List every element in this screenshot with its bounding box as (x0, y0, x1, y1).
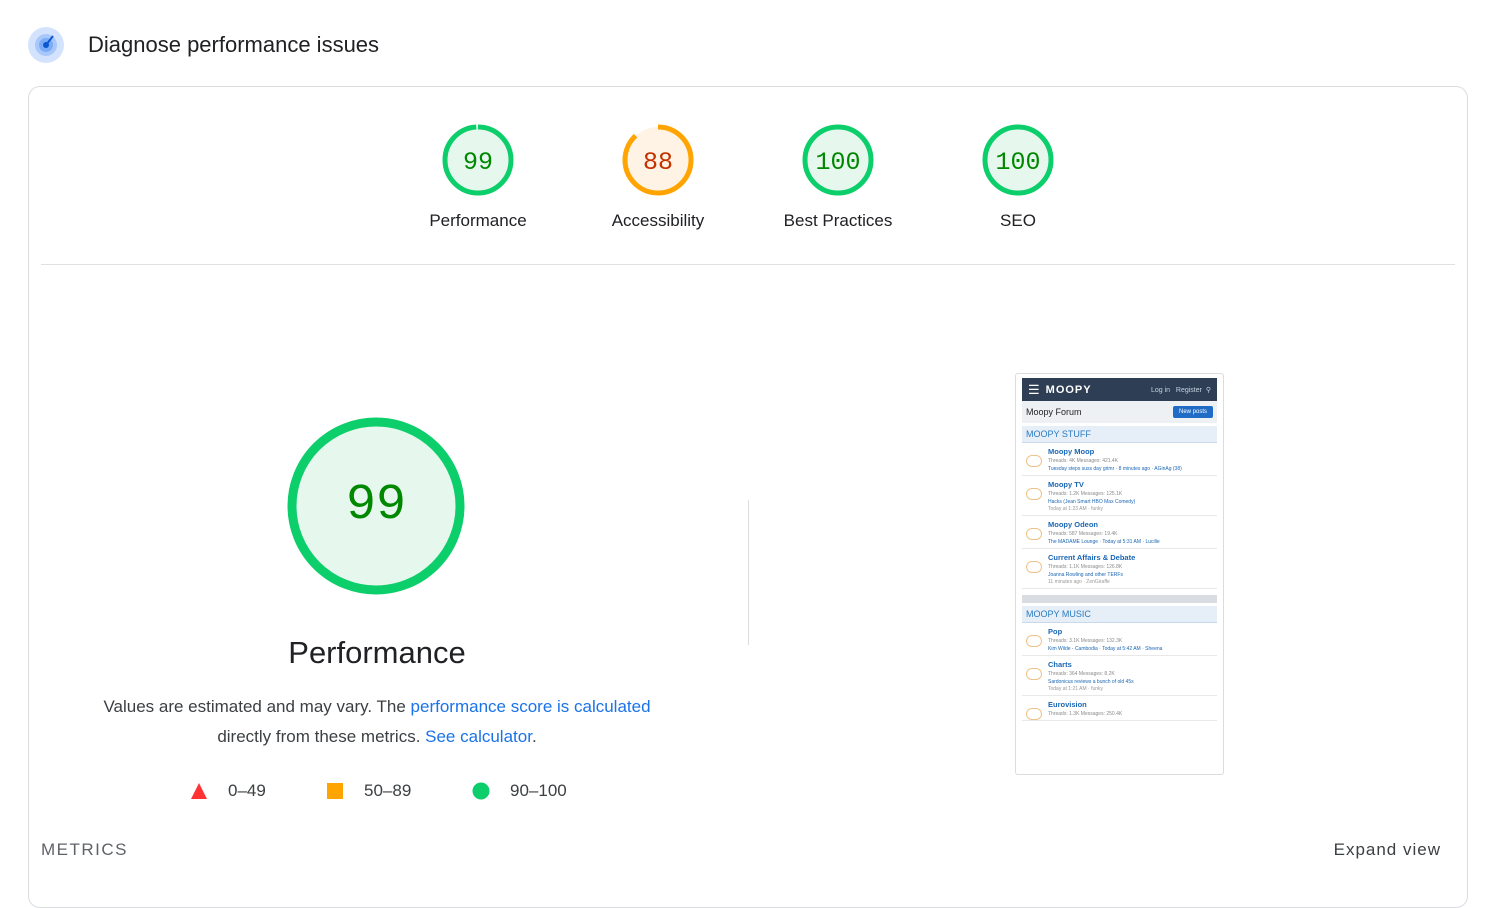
forum-meta: 11 minutes ago · ZenGiraffe (1048, 579, 1110, 585)
forum-stats: Threads: 3.1K Messages: 132.3K (1048, 638, 1123, 644)
gauge-performance[interactable]: 99 Performance (388, 123, 568, 231)
chat-bubble-icon (1026, 668, 1042, 680)
forum-stats: Threads: 1.2K Messages: 125.1K (1048, 491, 1123, 497)
performance-score-gauge: 99 (287, 417, 465, 595)
chat-bubble-icon (1026, 528, 1042, 540)
forum-row: Moopy TV Threads: 1.2K Messages: 125.1K Ha… (1022, 476, 1217, 516)
forum-stats: Threads: 4K Messages: 421.4K (1048, 458, 1119, 464)
forum-latest: Hacks (Jean Smart HBO Max Comedy) (1048, 499, 1136, 505)
divider (41, 264, 1455, 265)
gauge-ring: 100 (982, 124, 1054, 196)
chat-bubble-icon (1026, 708, 1042, 720)
desc-text: . (531, 727, 537, 746)
legend-label: 0–49 (228, 781, 266, 800)
forum-meta: Today at 1:23 AM · funky (1048, 506, 1104, 512)
gauge-accessibility[interactable]: 88 Accessibility (568, 123, 748, 231)
big-score: 99 (346, 477, 406, 534)
gauge-best-practices[interactable]: 100 Best Practices (748, 123, 928, 231)
hamburger-icon: ☰ (1028, 381, 1040, 397)
category-header: MOOPY MUSIC (1022, 606, 1217, 623)
svg-text:100: 100 (995, 148, 1040, 177)
forum-latest: The MADAME Lounge · Today at 5:31 AM · L… (1048, 539, 1160, 545)
score-calculated-link[interactable]: performance score is calculated (411, 697, 651, 716)
category-header: MOOPY STUFF (1022, 426, 1217, 443)
svg-text:100: 100 (815, 148, 860, 177)
gauge-label: SEO (1000, 211, 1036, 230)
square-icon (327, 783, 343, 799)
forum-row: Eurovision Threads: 1.3K Messages: 250.4K (1022, 696, 1217, 721)
forum-latest: Joanna Rowling and other TERFs (1048, 572, 1123, 578)
forum-row: Pop Threads: 3.1K Messages: 132.3K Kim Wil… (1022, 623, 1217, 656)
desc-text: directly from these metrics. (217, 727, 426, 746)
chat-bubble-icon (1026, 455, 1042, 467)
forum-stats: Threads: 364 Messages: 8.2K (1048, 671, 1115, 677)
gauge-seo[interactable]: 100 SEO (928, 123, 1108, 231)
svg-text:99: 99 (463, 148, 493, 177)
desc-text: Values are estimated and may vary. The (103, 697, 411, 716)
section-header: Diagnose performance issues (28, 27, 379, 63)
forum-stats: Threads: 587 Messages: 19.4K (1048, 531, 1118, 537)
score-gauges: 99 Performance 88 Accessibility 100 Best… (29, 87, 1467, 265)
forum-title: Moopy Moop (1048, 447, 1095, 456)
new-posts-button: New posts (1172, 406, 1213, 418)
category-gap (1022, 595, 1217, 603)
forum-stats: Threads: 1.1K Messages: 126.8K (1048, 564, 1123, 570)
circle-icon (472, 782, 490, 800)
vertical-divider (748, 500, 749, 645)
forum-stats: Threads: 1.3K Messages: 250.4K (1048, 711, 1123, 717)
forum-latest: Kim Wilde - Cambodia · Today at 5:42 AM … (1048, 646, 1163, 652)
report-card: 99 Performance 88 Accessibility 100 Best… (28, 86, 1468, 908)
forum-row: Charts Threads: 364 Messages: 8.2K Sardoni… (1022, 656, 1217, 696)
forum-latest: Sardonicus reviews a bunch of old 45s (1048, 679, 1134, 685)
legend-average: 50–89 (326, 781, 411, 801)
forum-meta: Today at 1:21 AM · funky (1048, 686, 1104, 692)
score-description: Values are estimated and may vary. The p… (77, 692, 677, 752)
forum-title: Moopy Odeon (1048, 520, 1098, 529)
chat-bubble-icon (1026, 561, 1042, 573)
gauge-label: Performance (429, 211, 527, 230)
gauge-ring: 88 (622, 124, 694, 196)
forum-title: Current Affairs & Debate (1048, 553, 1136, 562)
see-calculator-link[interactable]: See calculator (425, 727, 532, 746)
forum-list: Moopy Moop Threads: 4K Messages: 421.4K Tu… (1016, 443, 1223, 589)
site-navbar: ☰ MOOPY Log in Register ⚲ (1022, 378, 1217, 401)
lighthouse-gauge-icon (28, 27, 64, 63)
forum-title: Moopy Forum (1026, 407, 1082, 417)
gauge-label: Accessibility (611, 211, 705, 230)
forum-title: Charts (1048, 660, 1072, 669)
forum-list: Pop Threads: 3.1K Messages: 132.3K Kim Wil… (1016, 623, 1223, 721)
forum-title: Moopy TV (1048, 480, 1084, 489)
expand-view-button[interactable]: Expand view (1334, 840, 1441, 860)
svg-text:88: 88 (643, 148, 673, 177)
forum-row: Moopy Moop Threads: 4K Messages: 421.4K Tu… (1022, 443, 1217, 476)
legend-label: 90–100 (510, 781, 567, 800)
legend-label: 50–89 (364, 781, 412, 800)
gauge-label: Best Practices (783, 211, 893, 230)
legend-pass: 90–100 (472, 781, 567, 801)
triangle-icon (191, 783, 207, 799)
gauge-ring: 100 (802, 124, 874, 196)
forum-title: Eurovision (1048, 700, 1087, 709)
site-logo: MOOPY (1045, 383, 1092, 396)
chat-bubble-icon (1026, 488, 1042, 500)
forum-title-bar: Moopy Forum New posts (1022, 401, 1217, 423)
chat-bubble-icon (1026, 635, 1042, 647)
page-title: Diagnose performance issues (88, 32, 380, 57)
legend-fail: 0–49 (190, 781, 266, 801)
gauge-ring: 99 (442, 124, 514, 196)
site-nav-links: Log in Register ⚲ (1150, 386, 1211, 394)
final-screenshot: ☰ MOOPY Log in Register ⚲ Moopy Forum Ne… (1015, 373, 1224, 775)
forum-title: Pop (1048, 627, 1063, 636)
performance-title: Performance (288, 635, 466, 670)
forum-row: Current Affairs & Debate Threads: 1.1K Me… (1022, 549, 1217, 589)
forum-latest: Tuesday steps suss day grimr · 8 minutes… (1048, 466, 1182, 472)
metrics-heading: METRICS (41, 840, 128, 859)
forum-row: Moopy Odeon Threads: 587 Messages: 19.4K T… (1022, 516, 1217, 549)
